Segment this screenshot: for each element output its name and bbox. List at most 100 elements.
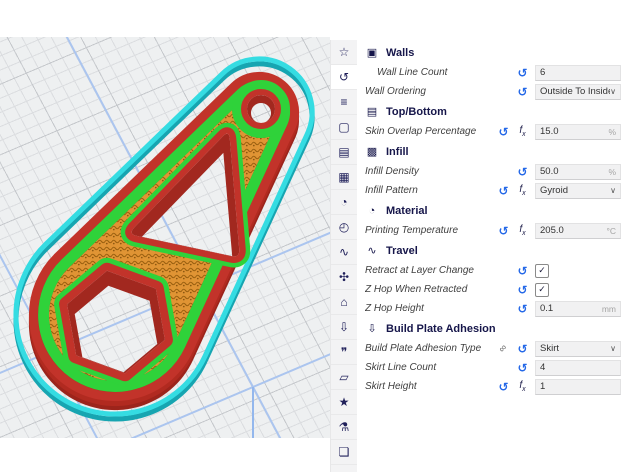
category-quality-icon[interactable]: ≡ bbox=[331, 90, 357, 115]
wall-ordering-select[interactable]: Outside To Inside ∨ bbox=[535, 84, 621, 100]
section-title: Build Plate Adhesion bbox=[386, 323, 496, 335]
reset-icon[interactable]: ↺ bbox=[497, 225, 510, 237]
category-reset-icon[interactable]: ↺ bbox=[331, 65, 357, 90]
category-favorites-icon[interactable]: ☆ bbox=[331, 40, 357, 65]
setting-row-infill-pattern: Infill Pattern ↺ fx Gyroid ∨ bbox=[357, 181, 628, 200]
setting-label: Infill Pattern bbox=[365, 185, 497, 196]
section-title: Top/Bottom bbox=[386, 106, 447, 118]
infill-pattern-select[interactable]: Gyroid ∨ bbox=[535, 183, 621, 199]
category-special-modes-icon[interactable]: ★ bbox=[331, 390, 357, 415]
slicer-app: ☆ ↺ ≡ ▢ ▤ ▦ ◔ ◴ ∿ ✣ ⌂ ⇩ ❞ ▱ ★ ⚗ ❏ ⊟ ▣ Wa… bbox=[0, 0, 628, 472]
section-infill[interactable]: ▩ Infill bbox=[357, 141, 628, 162]
reset-icon[interactable]: ↺ bbox=[516, 265, 529, 277]
category-travel-icon[interactable]: ∿ bbox=[331, 240, 357, 265]
setting-row-infill-density: Infill Density ↺ 50.0 % bbox=[357, 162, 628, 181]
setting-row-skirt-height: Skirt Height ↺ fx 1 bbox=[357, 377, 628, 396]
formula-icon[interactable]: fx bbox=[516, 185, 529, 197]
reset-icon[interactable]: ↺ bbox=[516, 86, 529, 98]
chevron-down-icon: ∨ bbox=[610, 186, 616, 195]
reset-icon[interactable]: ↺ bbox=[497, 381, 510, 393]
category-top-bottom-icon[interactable]: ▤ bbox=[331, 140, 357, 165]
setting-label: Retract at Layer Change bbox=[365, 265, 516, 276]
section-top-bottom[interactable]: ▤ Top/Bottom bbox=[357, 101, 628, 122]
link-icon[interactable]: ∞ bbox=[495, 340, 511, 356]
setting-label: Wall Line Count bbox=[365, 67, 516, 78]
category-walls-icon[interactable]: ▢ bbox=[331, 115, 357, 140]
setting-label: Printing Temperature bbox=[365, 225, 497, 236]
infill-icon: ▩ bbox=[365, 145, 379, 158]
category-support-icon[interactable]: ⌂ bbox=[331, 290, 357, 315]
field-unit: % bbox=[608, 127, 616, 137]
section-travel[interactable]: ∿ Travel bbox=[357, 240, 628, 261]
skirt-height-input[interactable]: 1 bbox=[535, 379, 621, 395]
skirt-line-count-input[interactable]: 4 bbox=[535, 360, 621, 376]
category-per-model-icon[interactable]: ❏ bbox=[331, 440, 357, 465]
formula-icon[interactable]: fx bbox=[516, 126, 529, 138]
reset-icon[interactable]: ↺ bbox=[497, 126, 510, 138]
reset-icon[interactable]: ↺ bbox=[516, 284, 529, 296]
category-dual-extrusion-icon[interactable]: ❞ bbox=[331, 340, 357, 365]
setting-row-skirt-line-count: Skirt Line Count ↺ 4 bbox=[357, 358, 628, 377]
z-hop-when-retracted-checkbox[interactable]: ✓ bbox=[535, 283, 549, 297]
infill-density-input[interactable]: 50.0 % bbox=[535, 164, 621, 180]
setting-label: Skirt Line Count bbox=[365, 362, 516, 373]
category-infill-icon[interactable]: ▦ bbox=[331, 165, 357, 190]
reset-icon[interactable]: ↺ bbox=[516, 303, 529, 315]
reset-icon[interactable]: ↺ bbox=[516, 362, 529, 374]
retract-at-layer-change-checkbox[interactable]: ✓ bbox=[535, 264, 549, 278]
adhesion-icon: ⇩ bbox=[365, 322, 379, 335]
category-adhesion-icon[interactable]: ⇩ bbox=[331, 315, 357, 340]
setting-label: Z Hop When Retracted bbox=[365, 284, 516, 295]
field-value: Outside To Inside bbox=[540, 86, 610, 97]
settings-panel: ▣ Walls Wall Line Count ↺ 6 Wall Orderin… bbox=[357, 0, 628, 472]
walls-icon: ▣ bbox=[365, 46, 379, 59]
setting-row-retract-at-layer-change: Retract at Layer Change ↺ ✓ bbox=[357, 261, 628, 280]
chevron-down-icon: ∨ bbox=[610, 344, 616, 353]
field-unit: °C bbox=[606, 226, 616, 236]
reset-icon[interactable]: ↺ bbox=[497, 185, 510, 197]
formula-icon[interactable]: fx bbox=[516, 381, 529, 393]
z-hop-height-input[interactable]: 0.1 mm bbox=[535, 301, 621, 317]
field-value: 0.1 bbox=[540, 303, 602, 314]
section-title: Material bbox=[386, 205, 428, 217]
adhesion-type-select[interactable]: Skirt ∨ bbox=[535, 341, 621, 357]
check-icon: ✓ bbox=[538, 284, 546, 295]
travel-icon: ∿ bbox=[365, 244, 379, 257]
setting-row-printing-temperature: Printing Temperature ↺ fx 205.0 °C bbox=[357, 221, 628, 240]
section-material[interactable]: ◔ Material bbox=[357, 200, 628, 221]
category-cooling-icon[interactable]: ✣ bbox=[331, 265, 357, 290]
field-unit: mm bbox=[602, 304, 616, 314]
section-walls[interactable]: ▣ Walls bbox=[357, 42, 628, 63]
section-build-plate-adhesion[interactable]: ⇩ Build Plate Adhesion bbox=[357, 318, 628, 339]
reset-icon[interactable]: ↺ bbox=[516, 343, 529, 355]
category-material-icon[interactable]: ◔ bbox=[331, 190, 357, 215]
category-mesh-fixes-icon[interactable]: ▱ bbox=[331, 365, 357, 390]
setting-row-z-hop-when-retracted: Z Hop When Retracted ↺ ✓ bbox=[357, 280, 628, 299]
field-unit: % bbox=[608, 167, 616, 177]
field-value: 15.0 bbox=[540, 126, 608, 137]
setting-row-skin-overlap: Skin Overlap Percentage ↺ fx 15.0 % bbox=[357, 122, 628, 141]
field-value: 50.0 bbox=[540, 166, 608, 177]
field-value: 205.0 bbox=[540, 225, 606, 236]
setting-label: Build Plate Adhesion Type bbox=[365, 343, 497, 354]
skin-overlap-input[interactable]: 15.0 % bbox=[535, 124, 621, 140]
formula-icon[interactable]: fx bbox=[516, 225, 529, 237]
category-machine-icon[interactable]: ⊟ bbox=[331, 465, 357, 472]
wall-line-count-input[interactable]: 6 bbox=[535, 65, 621, 81]
setting-label: Z Hop Height bbox=[365, 303, 516, 314]
category-speed-icon[interactable]: ◴ bbox=[331, 215, 357, 240]
reset-icon[interactable]: ↺ bbox=[516, 67, 529, 79]
setting-label: Wall Ordering bbox=[365, 86, 516, 97]
field-value: 6 bbox=[540, 67, 616, 78]
setting-row-wall-line-count: Wall Line Count ↺ 6 bbox=[357, 63, 628, 82]
field-value: Gyroid bbox=[540, 185, 610, 196]
printing-temperature-input[interactable]: 205.0 °C bbox=[535, 223, 621, 239]
material-icon: ◔ bbox=[365, 205, 379, 217]
setting-row-z-hop-height: Z Hop Height ↺ 0.1 mm bbox=[357, 299, 628, 318]
category-experimental-icon[interactable]: ⚗ bbox=[331, 415, 357, 440]
setting-label: Skirt Height bbox=[365, 381, 497, 392]
reset-icon[interactable]: ↺ bbox=[516, 166, 529, 178]
setting-row-adhesion-type: Build Plate Adhesion Type ∞ ↺ Skirt ∨ bbox=[357, 339, 628, 358]
setting-row-wall-ordering: Wall Ordering ↺ Outside To Inside ∨ bbox=[357, 82, 628, 101]
viewport-3d[interactable] bbox=[0, 0, 330, 472]
